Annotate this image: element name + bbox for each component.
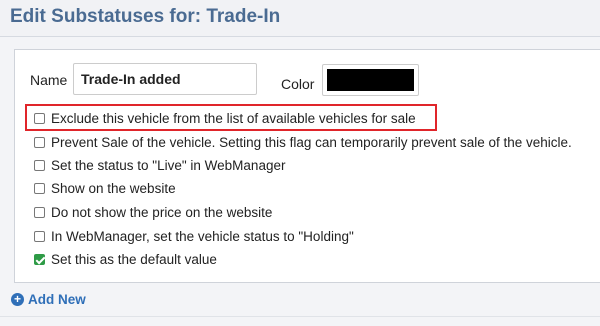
- page-title: Edit Substatuses for: Trade-In: [10, 6, 281, 27]
- option-label: Prevent Sale of the vehicle. Setting thi…: [51, 134, 572, 150]
- name-input[interactable]: [73, 63, 257, 95]
- color-label: Color: [281, 76, 315, 92]
- plus-circle-icon: +: [11, 293, 24, 306]
- option-set-holding[interactable]: In WebManager, set the vehicle status to…: [34, 227, 354, 245]
- option-hide-price[interactable]: Do not show the price on the website: [34, 203, 272, 221]
- option-prevent-sale[interactable]: Prevent Sale of the vehicle. Setting thi…: [34, 133, 572, 151]
- option-label: Exclude this vehicle from the list of av…: [51, 110, 416, 126]
- checkbox[interactable]: [34, 182, 45, 194]
- option-label: Set this as the default value: [51, 251, 217, 267]
- option-default-value[interactable]: Set this as the default value: [34, 250, 217, 268]
- add-new-label: Add New: [28, 292, 86, 307]
- checkbox[interactable]: [34, 159, 45, 171]
- color-picker[interactable]: [322, 64, 419, 96]
- name-label: Name: [30, 72, 68, 88]
- color-swatch: [327, 69, 414, 91]
- checkbox[interactable]: [34, 136, 45, 148]
- checkbox-checked[interactable]: [34, 253, 45, 265]
- option-exclude-from-available[interactable]: Exclude this vehicle from the list of av…: [34, 109, 416, 127]
- page-header: Edit Substatuses for: Trade-In: [0, 0, 600, 36]
- option-set-live-webmanager[interactable]: Set the status to "Live" in WebManager: [34, 156, 285, 174]
- add-new-link[interactable]: + Add New: [11, 292, 86, 307]
- checkbox[interactable]: [34, 206, 45, 218]
- checkbox[interactable]: [34, 112, 45, 124]
- option-label: In WebManager, set the vehicle status to…: [51, 228, 354, 244]
- option-show-on-website[interactable]: Show on the website: [34, 179, 176, 197]
- option-label: Show on the website: [51, 180, 176, 196]
- option-label: Set the status to "Live" in WebManager: [51, 157, 286, 173]
- option-label: Do not show the price on the website: [51, 204, 273, 220]
- footer-divider: [0, 316, 600, 317]
- checkbox[interactable]: [34, 230, 45, 242]
